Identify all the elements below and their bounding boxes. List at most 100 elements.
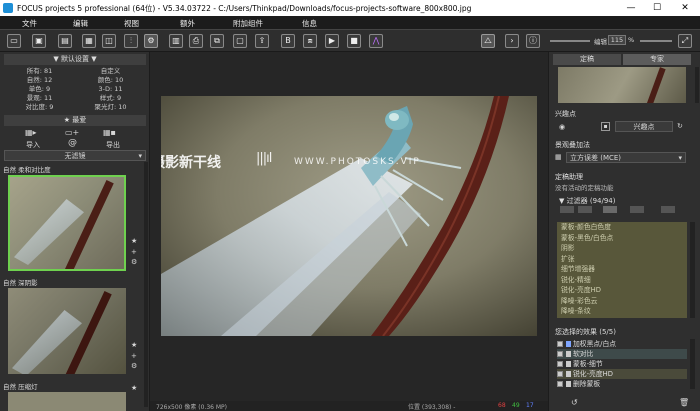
info-icon[interactable]: ⓘ: [526, 34, 540, 48]
histogram-icon[interactable]: ⋀: [369, 34, 383, 48]
eye-icon[interactable]: ◉: [559, 123, 565, 131]
delete-icon[interactable]: 🗑: [679, 398, 689, 407]
preset-thumb-3[interactable]: [8, 392, 126, 411]
filter-tab-2[interactable]: [578, 206, 592, 213]
filter-item[interactable]: 细节增强器: [557, 264, 687, 275]
category-color[interactable]: 颜色: 10: [75, 76, 146, 85]
chevron-right-icon[interactable]: ›: [505, 34, 519, 48]
camera-icon[interactable]: ▪: [601, 122, 610, 131]
export-label[interactable]: 导出: [106, 140, 120, 150]
fullscreen-icon[interactable]: ⤢: [678, 34, 692, 48]
effect-item[interactable]: 蒙板-细节: [557, 359, 687, 369]
import-label[interactable]: 导入: [26, 140, 40, 150]
pin-icon[interactable]: +: [131, 352, 137, 360]
settings-small-icon[interactable]: ⚙: [131, 362, 137, 370]
effect-item[interactable]: 加权黑点/白点: [557, 339, 687, 349]
close-button[interactable]: ✕: [672, 1, 698, 15]
play-icon[interactable]: ▶: [325, 34, 339, 48]
import-icon[interactable]: ▦▸: [25, 128, 37, 137]
checkbox[interactable]: [557, 371, 563, 377]
add-preset-icon[interactable]: ▭+: [65, 128, 79, 137]
menu-addons[interactable]: 附加组件: [233, 18, 263, 29]
filters-header[interactable]: ▼ 过滤器 (94/94): [559, 196, 615, 206]
effect-item[interactable]: 软对比: [557, 349, 687, 359]
menu-edit[interactable]: 编辑: [73, 18, 88, 29]
minimize-button[interactable]: —: [618, 1, 644, 15]
effect-item[interactable]: 删除蒙板: [557, 379, 687, 389]
menu-info[interactable]: 信息: [302, 18, 317, 29]
filter-item[interactable]: 降噪-条纹: [557, 306, 687, 317]
print-icon[interactable]: ⎙: [189, 34, 203, 48]
category-style[interactable]: 样式: 9: [75, 94, 146, 103]
copy-icon[interactable]: ⧉: [210, 34, 224, 48]
filter-item[interactable]: 锐化-亮度HD: [557, 285, 687, 296]
text-icon[interactable]: B: [281, 34, 295, 48]
menu-extra[interactable]: 额外: [180, 18, 195, 29]
star-icon[interactable]: ★: [131, 341, 137, 349]
checkbox[interactable]: [557, 381, 563, 387]
tab-finalize[interactable]: 定稿: [553, 54, 621, 65]
filter-item[interactable]: 锐化-精细: [557, 275, 687, 286]
right-top-scrollbar[interactable]: [695, 67, 699, 103]
reset-icon[interactable]: ↺: [571, 398, 578, 407]
menu-file[interactable]: 文件: [22, 18, 37, 29]
checkbox[interactable]: [557, 341, 563, 347]
checkbox[interactable]: [557, 351, 563, 357]
save-icon[interactable]: ▤: [58, 34, 72, 48]
category-all[interactable]: 所有: 81: [4, 67, 75, 76]
settings-icon[interactable]: ⚙: [144, 34, 158, 48]
tab-expert[interactable]: 专家: [623, 54, 691, 65]
navigator-preview[interactable]: [558, 67, 686, 103]
open-icon[interactable]: ▣: [32, 34, 46, 48]
batch-icon[interactable]: ▦: [82, 34, 96, 48]
maximize-button[interactable]: ☐: [644, 1, 670, 15]
filter-item[interactable]: 扩张: [557, 254, 687, 265]
filter-tab-3[interactable]: [603, 206, 617, 213]
main-photo[interactable]: 摄影新干线 |||ıl WWW.PHOTOSKS.VIP: [161, 96, 537, 336]
category-contrast[interactable]: 对比度: 9: [4, 103, 75, 112]
crop-icon[interactable]: ⧈: [303, 34, 317, 48]
filter-item[interactable]: 阴影: [557, 243, 687, 254]
favorite-tab[interactable]: ★ 最爱: [4, 115, 146, 126]
category-spotlight[interactable]: 聚光灯: 10: [75, 103, 146, 112]
filter-scrollbar[interactable]: [690, 222, 695, 318]
overlay-select[interactable]: 立方误差 (MCE) ▾: [566, 152, 686, 163]
zoom-slider-2[interactable]: [640, 40, 672, 42]
at-icon[interactable]: @: [68, 138, 77, 148]
filter-item[interactable]: 蒙板-黑色/白色点: [557, 233, 687, 244]
category-custom[interactable]: 自定义: [75, 67, 146, 76]
settings-small-icon[interactable]: ⚙: [131, 258, 137, 266]
preset-thumb-1[interactable]: [8, 175, 126, 271]
share-icon[interactable]: ⇪: [255, 34, 269, 48]
zoom-slider[interactable]: [550, 40, 590, 42]
star-icon[interactable]: ★: [131, 237, 137, 245]
interest-point-button[interactable]: 兴趣点: [615, 121, 673, 132]
category-mono[interactable]: 单色: 9: [4, 85, 75, 94]
split-view-icon[interactable]: ⧍: [481, 34, 495, 48]
filter-tab-5[interactable]: [661, 206, 675, 213]
category-natural[interactable]: 自然: 12: [4, 76, 75, 85]
paste-icon[interactable]: ▢: [233, 34, 247, 48]
filter-tab-4[interactable]: [630, 206, 644, 213]
compare-icon[interactable]: ◫: [102, 34, 116, 48]
pin-icon[interactable]: +: [131, 248, 137, 256]
filter-item[interactable]: 降噪-彩色云: [557, 296, 687, 307]
grid-icon[interactable]: ▦: [555, 153, 562, 161]
preset-thumb-2[interactable]: [8, 288, 126, 374]
left-scrollbar[interactable]: [144, 162, 148, 407]
export-preset-icon[interactable]: ▦▪: [103, 128, 116, 137]
filter-select[interactable]: 无滤镜 ▾: [4, 150, 146, 161]
export-icon[interactable]: ▥: [169, 34, 183, 48]
preset-header[interactable]: ▼ 默认设置 ▼: [4, 54, 146, 65]
category-3d[interactable]: 3-D: 11: [75, 85, 146, 94]
stop-icon[interactable]: ■: [347, 34, 361, 48]
effect-item[interactable]: 锐化-亮度HD: [557, 369, 687, 379]
checkbox[interactable]: [557, 361, 563, 367]
refresh-icon[interactable]: ↻: [677, 122, 683, 130]
star-icon[interactable]: ★: [131, 384, 137, 392]
filter-item[interactable]: 蒙板-颜色白色度: [557, 222, 687, 233]
effects-scrollbar[interactable]: [690, 339, 695, 389]
zoom-input[interactable]: 115: [608, 35, 626, 45]
new-icon[interactable]: ▭: [7, 34, 21, 48]
category-landscape[interactable]: 景观: 11: [4, 94, 75, 103]
